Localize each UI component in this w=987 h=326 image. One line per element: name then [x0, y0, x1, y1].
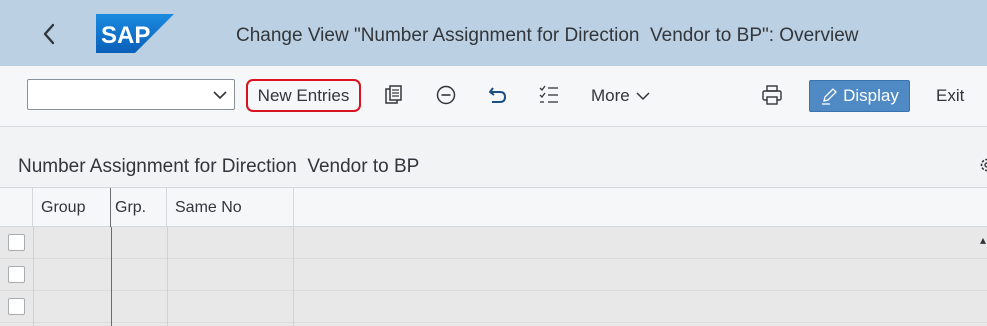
- table-row[interactable]: [0, 291, 987, 323]
- table-header: Group Grp. Same No: [0, 188, 987, 227]
- back-button[interactable]: [36, 21, 62, 47]
- column-divider: [33, 227, 34, 326]
- row-select-checkbox[interactable]: [8, 298, 25, 315]
- section-title: Number Assignment for Direction Vendor t…: [18, 156, 420, 177]
- select-all-icon: [539, 85, 558, 103]
- column-header-label: Group: [41, 198, 86, 216]
- shell-header: SAP Change View "Number Assignment for D…: [0, 0, 987, 66]
- edit-icon: [822, 88, 838, 105]
- column-divider: [167, 227, 168, 326]
- display-label: Display: [843, 86, 899, 105]
- copy-icon: [385, 85, 402, 104]
- sap-logo[interactable]: SAP: [96, 14, 174, 53]
- column-divider: [293, 227, 294, 326]
- undo-icon: [489, 87, 507, 103]
- print-button[interactable]: [760, 83, 784, 107]
- variant-combobox[interactable]: [27, 79, 235, 110]
- scroll-up-icon[interactable]: ▴: [980, 233, 986, 247]
- row-select-checkbox[interactable]: [8, 266, 25, 283]
- delete-button[interactable]: [434, 83, 458, 107]
- new-entries-button[interactable]: New Entries: [246, 79, 361, 112]
- sap-logo-text: SAP: [101, 22, 150, 49]
- row-select-checkbox[interactable]: [8, 234, 25, 251]
- select-column-header[interactable]: [0, 188, 33, 227]
- gear-icon[interactable]: [979, 156, 987, 174]
- entries-table: Group Grp. Same No ▴: [0, 187, 987, 326]
- new-entries-label: New Entries: [257, 85, 350, 105]
- table-row[interactable]: [0, 259, 987, 291]
- page-title: Change View "Number Assignment for Direc…: [236, 25, 859, 46]
- select-all-button[interactable]: [537, 83, 561, 107]
- print-icon: [762, 85, 782, 105]
- column-header-label: Same No: [175, 198, 242, 216]
- column-header-same-no[interactable]: Same No: [167, 188, 294, 227]
- chevron-left-icon: [43, 23, 55, 45]
- table-row[interactable]: [0, 227, 987, 259]
- more-menu-button[interactable]: More: [591, 86, 651, 106]
- toolbar: New Entries More Display Exit: [0, 66, 987, 127]
- copy-button[interactable]: [382, 83, 406, 107]
- column-header-grp[interactable]: Grp.: [111, 188, 167, 227]
- exit-button[interactable]: Exit: [936, 86, 964, 106]
- column-header-label: Grp.: [115, 198, 147, 216]
- column-divider: [111, 227, 112, 326]
- more-label: More: [591, 86, 630, 105]
- undo-button[interactable]: [486, 83, 510, 107]
- delete-icon: [436, 85, 456, 105]
- column-header-group[interactable]: Group: [33, 188, 111, 227]
- chevron-down-icon[interactable]: [212, 88, 228, 102]
- chevron-down-icon: [636, 92, 650, 101]
- display-button[interactable]: Display: [809, 80, 910, 112]
